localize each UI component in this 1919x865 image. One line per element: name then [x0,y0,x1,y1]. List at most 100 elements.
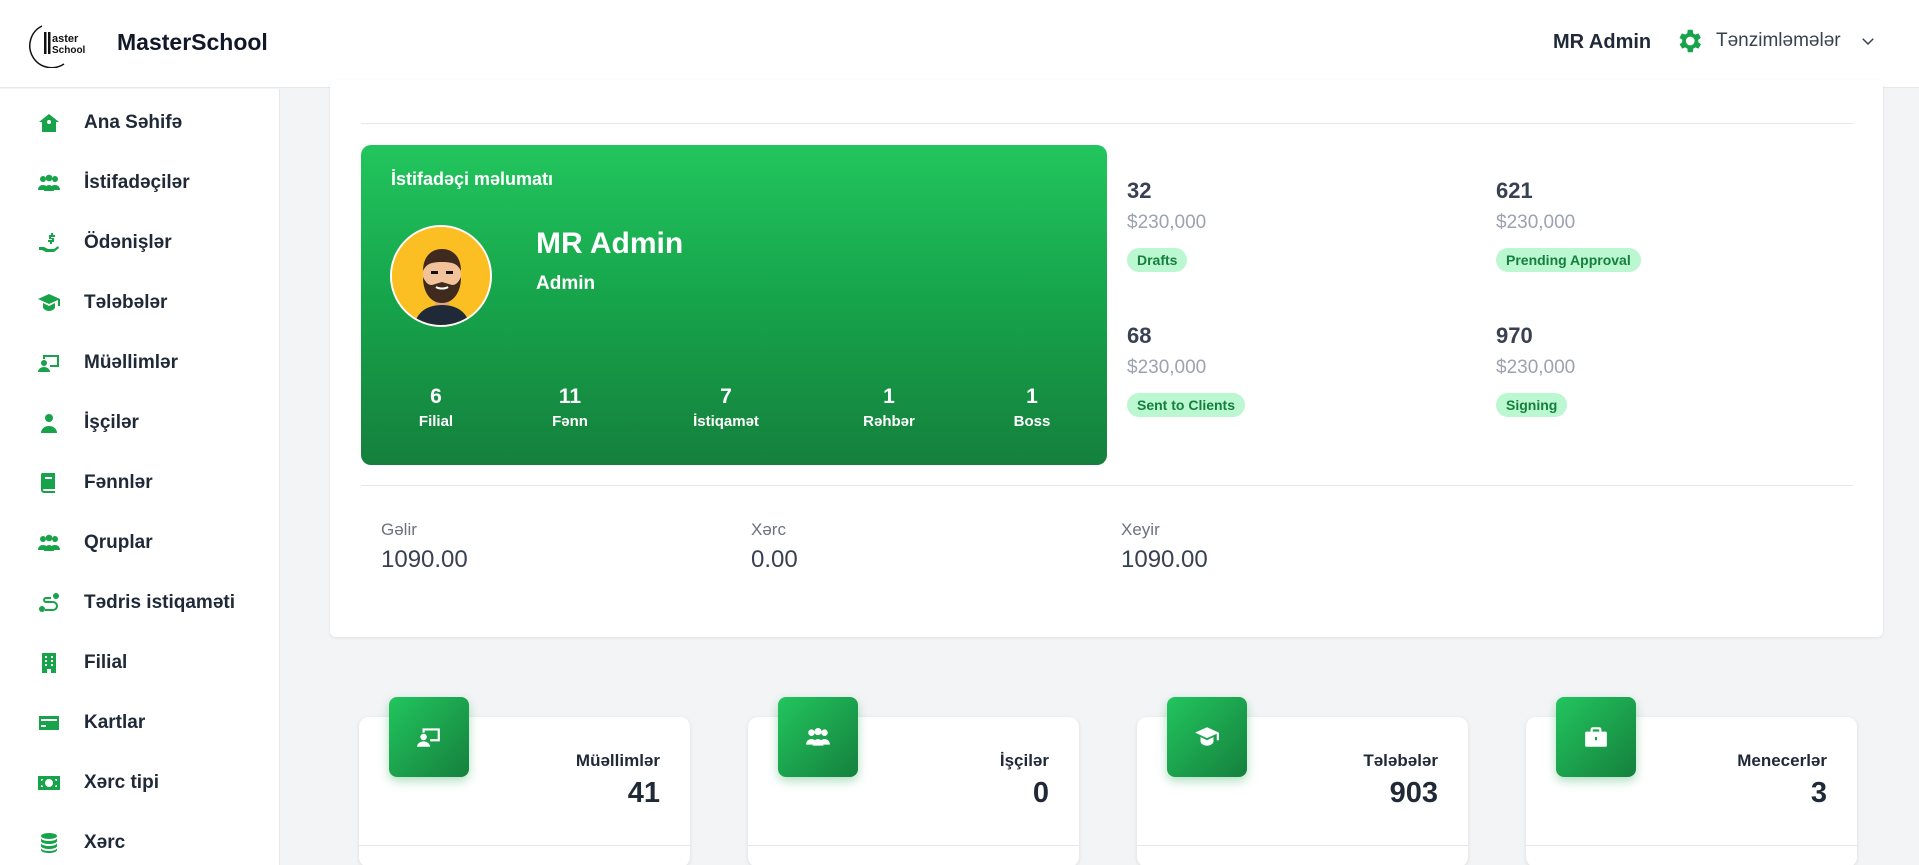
sidebar-item-label: Tədris istiqaməti [84,592,235,613]
finance-value: 1090.00 [1121,546,1208,573]
stat-card-label: Tələbələr [1363,751,1438,770]
sidebar-item-label: Fənnlər [84,472,153,493]
sidebar-item-label: Ödənişlər [84,232,172,253]
stat-card-workers[interactable]: İşçilər 0 [748,697,1079,865]
finance-value: 1090.00 [381,546,468,573]
sidebar-item-groups[interactable]: Qruplar [0,519,280,567]
sidebar-item-payments[interactable]: Ödənişlər [0,219,280,267]
sidebar-item-home[interactable]: Ana Səhifə [0,99,280,147]
sidebar-item-directions[interactable]: Tədris istiqaməti [0,579,280,627]
sidebar-item-subjects[interactable]: Fənnlər [0,459,280,507]
mini-stat-amount: $230,000 [1127,212,1207,233]
mini-stat-amount: $230,000 [1496,357,1576,378]
sidebar-item-teachers[interactable]: Müəllimlər [0,339,280,387]
stat-card-teachers[interactable]: Müəllimlər 41 [359,697,690,865]
book-icon [36,470,62,496]
mini-stat-pending: 621 $230,000 Prending Approval [1496,178,1641,272]
sidebar-item-users[interactable]: İstifadəçilər [0,159,280,207]
settings-label: Tənzimləmələr [1716,30,1841,51]
header-user-name: MR Admin [1553,31,1652,53]
mini-stat-number: 970 [1496,323,1533,348]
sidebar-item-label: Müəllimlər [84,352,178,373]
profile-stat-label: İstiqamət [693,413,759,430]
users-icon [778,697,858,777]
mini-stat-drafts: 32 $230,000 Drafts [1127,178,1206,272]
finance-expense: Xərc 0.00 [751,520,798,574]
profile-stat-value: 1 [1026,385,1038,408]
sidebar-item-label: Ana Səhifə [84,112,183,133]
svg-text:School: School [52,45,86,56]
profile-stat-label: Fənn [552,413,588,430]
mini-stat-amount: $230,000 [1496,212,1576,233]
coins-icon [36,830,62,856]
sidebar-item-label: Filial [84,652,128,673]
card-icon [36,710,62,736]
stat-card-divider [359,845,690,846]
sidebar: Ana Səhifə İstifadəçilər Ödənişlər Tələb… [0,89,280,865]
gear-icon [1679,29,1701,53]
finance-value: 0.00 [751,546,798,573]
masterschool-logo[interactable]: aster School [28,20,100,68]
sidebar-item-workers[interactable]: İşçilər [0,399,280,447]
stat-card-value: 903 [1389,777,1438,809]
stat-card-managers[interactable]: Menecerlər 3 [1526,697,1857,865]
stat-card-value: 0 [1032,777,1049,809]
stat-card-divider [1526,845,1857,846]
mini-stat-number: 32 [1127,178,1152,203]
sidebar-item-expense[interactable]: Xərc [0,819,280,865]
profile-stat-subject: 11 Fənn [510,385,630,430]
sidebar-item-label: Tələbələr [84,292,168,313]
sidebar-item-label: İşçilər [84,412,139,433]
sidebar-item-cards[interactable]: Kartlar [0,699,280,747]
sidebar-item-label: İstifadəçilər [84,172,190,193]
sidebar-item-students[interactable]: Tələbələr [0,279,280,327]
stat-card-divider [748,845,1079,846]
stat-card-students[interactable]: Tələbələr 903 [1137,697,1468,865]
building-icon [36,650,62,676]
profile-stat-value: 1 [883,385,895,408]
brand-name: MasterSchool [117,29,268,55]
stat-card-value: 41 [627,777,660,809]
profile-stat-label: Rəhbər [863,413,915,430]
status-badge: Sent to Clients [1127,393,1246,417]
user-info-title: İstifadəçi məlumatı [391,169,554,189]
money-icon [36,770,62,796]
sidebar-item-expense-type[interactable]: Xərc tipi [0,759,280,807]
stat-card-divider [1137,845,1468,846]
mini-stat-number: 68 [1127,323,1152,348]
profile-stat-label: Filial [418,413,454,430]
profile-name: MR Admin [536,227,684,260]
payment-icon [36,230,62,256]
briefcase-icon [1556,697,1636,777]
graduation-cap-icon [1167,697,1247,777]
home-icon [36,110,62,136]
sidebar-item-label: Xərc tipi [84,772,159,793]
profile-role: Admin [536,273,596,294]
profile-stat-value: 6 [430,385,442,408]
worker-icon [36,410,62,436]
mini-stat-number: 621 [1496,178,1533,203]
page-scrollbar[interactable] [1903,89,1919,865]
profile-stat-leader: 1 Rəhbər [829,385,949,430]
stat-card-label: İşçilər [999,751,1049,770]
stat-card-label: Menecerlər [1737,751,1827,770]
avatar[interactable] [390,225,492,327]
mini-stat-amount: $230,000 [1127,357,1207,378]
sidebar-item-label: Kartlar [84,712,146,733]
avatar-illustration-icon [392,227,490,325]
finance-label: Xərc [751,520,786,539]
finance-label: Gəlir [381,520,417,539]
sidebar-item-label: Xərc [84,832,126,853]
profile-stat-value: 7 [720,385,732,408]
svg-text:aster: aster [52,33,79,45]
profile-stat-direction: 7 İstiqamət [666,385,786,430]
sidebar-item-branch[interactable]: Filial [0,639,280,687]
settings-dropdown[interactable]: Tənzimləmələr [1674,26,1877,56]
teacher-icon [389,697,469,777]
profile-stat-value: 11 [558,385,582,408]
status-badge: Drafts [1127,248,1188,272]
stat-card-value: 3 [1810,777,1827,809]
route-icon [36,590,62,616]
teacher-icon [36,350,62,376]
user-info-panel: İstifadəçi məlumatı MR Admin Admin 6 Fil… [361,145,1107,465]
